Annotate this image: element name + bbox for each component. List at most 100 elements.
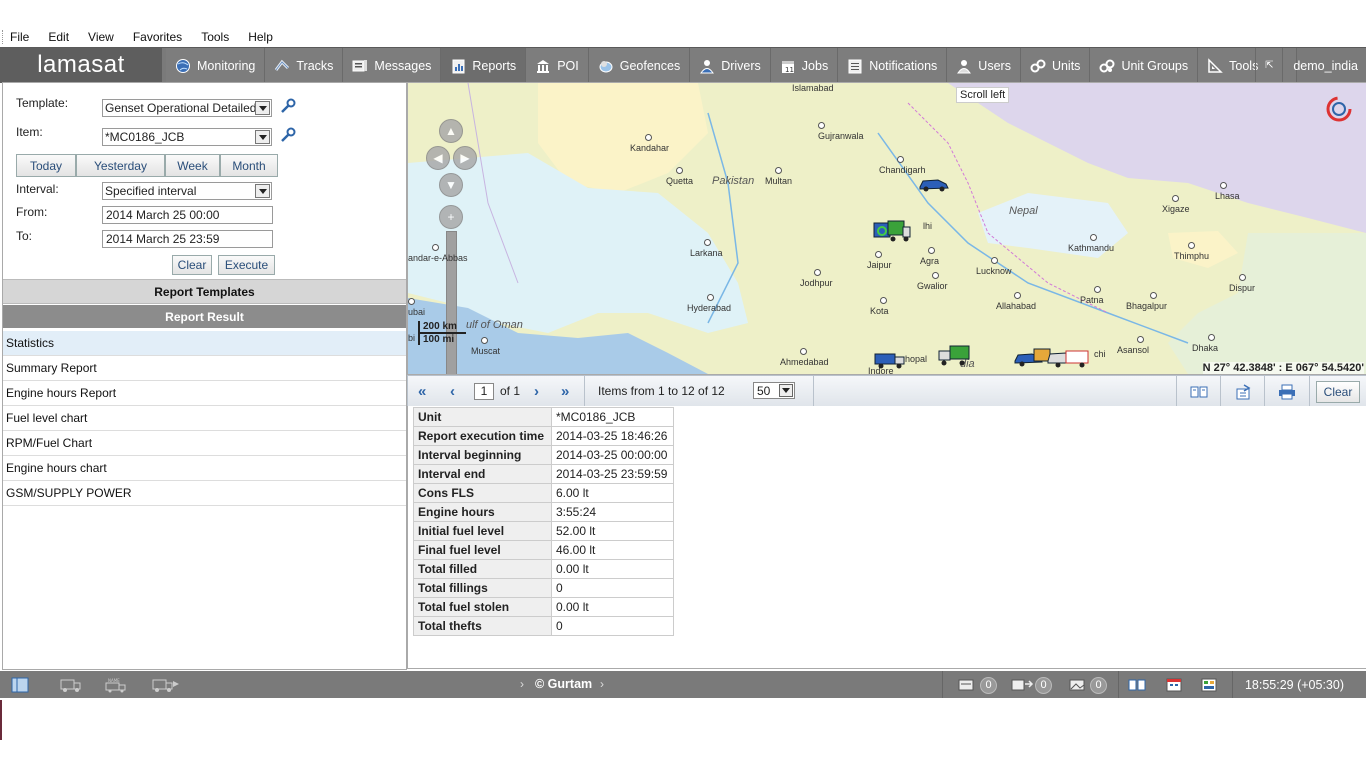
app-logo[interactable]: lamasat — [0, 48, 162, 83]
map-logo-icon[interactable] — [1323, 93, 1355, 125]
status-divider — [942, 671, 943, 698]
widgets-icon[interactable] — [1200, 677, 1218, 693]
month-button[interactable]: Month — [220, 154, 278, 177]
pan-left-icon[interactable]: ◀ — [426, 146, 450, 170]
yesterday-button[interactable]: Yesterday — [76, 154, 165, 177]
report-result-header[interactable]: Report Result — [3, 305, 406, 328]
tab-tracks[interactable]: Tracks — [265, 48, 344, 83]
pan-right-icon[interactable]: ▶ — [453, 146, 477, 170]
tab-units[interactable]: Units — [1020, 48, 1091, 83]
chevron-down-icon[interactable] — [779, 384, 793, 397]
template-select[interactable]: Genset Operational Detailed — [102, 99, 272, 117]
tab-geofences[interactable]: Geofences — [588, 48, 691, 83]
today-button[interactable]: Today — [16, 154, 76, 177]
list-item-gsm-supply-power[interactable]: GSM/SUPPLY POWER — [3, 481, 406, 506]
toolbar-divider — [1264, 376, 1265, 407]
toolbar-divider — [1176, 376, 1177, 407]
commands-status-icon[interactable] — [1010, 677, 1034, 693]
menu-view[interactable]: View — [78, 30, 123, 44]
messages-status-icon[interactable] — [957, 677, 975, 693]
tab-drivers[interactable]: Drivers — [690, 48, 771, 83]
city-label: Lhasa — [1215, 181, 1240, 201]
truck-status-icon[interactable] — [60, 677, 82, 693]
clear-form-button[interactable]: Clear — [172, 255, 212, 275]
per-page-select[interactable]: 50 — [753, 382, 795, 399]
book-icon[interactable] — [1128, 677, 1146, 693]
list-item-summary-report[interactable]: Summary Report — [3, 356, 406, 381]
print-icon[interactable] — [1278, 384, 1296, 400]
named-truck-icon[interactable]: NAME — [104, 677, 132, 693]
truck-icon[interactable] — [936, 345, 970, 367]
chevron-right-icon[interactable]: › — [600, 677, 604, 691]
list-item-rpm-fuel-chart[interactable]: RPM/Fuel Chart — [3, 431, 406, 456]
report-templates-header[interactable]: Report Templates — [3, 279, 406, 304]
clear-results-button[interactable]: Clear — [1316, 381, 1360, 403]
pan-up-icon[interactable]: ▲ — [439, 119, 463, 143]
menu-file[interactable]: File — [0, 30, 38, 44]
user-menu[interactable]: demo_india — [1282, 48, 1366, 83]
report-panel: Template: Genset Operational Detailed It… — [2, 82, 407, 670]
layout-toggle-icon[interactable] — [10, 677, 32, 693]
menu-tools[interactable]: Tools — [191, 30, 238, 44]
export-icon[interactable] — [1235, 384, 1253, 400]
tab-unit-groups[interactable]: Unit Groups — [1090, 48, 1199, 83]
list-item-engine-hours-chart[interactable]: Engine hours chart — [3, 456, 406, 481]
tab-label: Notifications — [869, 58, 938, 73]
chevron-down-icon[interactable] — [255, 130, 270, 144]
city-label: bi — [408, 333, 416, 343]
list-item-statistics[interactable]: Statistics — [3, 331, 406, 356]
svg-text:NAME: NAME — [108, 678, 120, 683]
stat-value: 0.00 lt — [551, 559, 674, 579]
chevron-down-icon[interactable] — [255, 101, 270, 115]
list-item-fuel-level-chart[interactable]: Fuel level chart — [3, 406, 406, 431]
scale-mi: 100 mi — [418, 334, 459, 345]
prev-page-icon[interactable]: ‹ — [450, 383, 455, 400]
tab-label: Unit Groups — [1121, 58, 1189, 73]
next-page-icon[interactable]: › — [534, 383, 539, 400]
tab-messages[interactable]: Messages — [343, 48, 442, 83]
zoom-in-icon[interactable]: + — [439, 205, 463, 229]
map-view[interactable]: Scroll left ▲ ◀ ▶ ▼ + 200 km 100 mi Isla… — [407, 82, 1366, 375]
images-status-icon[interactable] — [1068, 677, 1086, 693]
to-date-input[interactable]: 2014 March 25 23:59 — [102, 230, 273, 248]
truck-icon[interactable] — [874, 351, 906, 369]
truck-arrow-icon[interactable] — [152, 677, 180, 693]
tab-poi[interactable]: POI — [526, 48, 589, 83]
view-report-icon[interactable] — [1190, 384, 1208, 400]
interval-select[interactable]: Specified interval — [102, 182, 272, 200]
vehicle-cluster-icon[interactable] — [1014, 345, 1096, 369]
week-button[interactable]: Week — [165, 154, 220, 177]
wrench-icon[interactable] — [279, 126, 297, 144]
page-number-input[interactable]: 1 — [474, 383, 494, 400]
tracks-icon — [274, 58, 290, 74]
chevron-down-icon[interactable] — [255, 184, 270, 198]
tab-notifications[interactable]: Notifications — [838, 48, 948, 83]
stat-value: 3:55:24 — [551, 502, 674, 522]
last-page-icon[interactable]: » — [561, 383, 569, 400]
window-toggle-icon[interactable]: ⇱ — [1255, 48, 1282, 83]
copyright[interactable]: © Gurtam — [535, 677, 592, 691]
car-icon[interactable] — [918, 175, 950, 193]
calendar-icon[interactable] — [1165, 677, 1183, 693]
city-label: Kathmandu — [1068, 233, 1114, 253]
tab-monitoring[interactable]: Monitoring — [166, 48, 266, 83]
table-row: Cons FLS 6.00 lt — [413, 483, 674, 503]
tab-users[interactable]: Users — [947, 48, 1021, 83]
menu-edit[interactable]: Edit — [38, 30, 78, 44]
menu-help[interactable]: Help — [238, 30, 282, 44]
tab-reports[interactable]: Reports — [441, 48, 527, 83]
chevron-left-icon[interactable]: › — [520, 677, 524, 691]
per-page-value: 50 — [757, 384, 771, 398]
list-item-engine-hours-report[interactable]: Engine hours Report — [3, 381, 406, 406]
tab-jobs[interactable]: 11 Jobs — [770, 48, 839, 83]
from-date-input[interactable]: 2014 March 25 00:00 — [102, 206, 273, 224]
first-page-icon[interactable]: « — [418, 383, 426, 400]
menu-favorites[interactable]: Favorites — [123, 30, 191, 44]
wrench-icon[interactable] — [279, 97, 297, 115]
truck-group-icon[interactable] — [873, 219, 911, 243]
execute-button[interactable]: Execute — [218, 255, 275, 275]
item-select[interactable]: *MC0186_JCB — [102, 128, 272, 146]
stat-value: 46.00 lt — [551, 540, 674, 560]
pan-down-icon[interactable]: ▼ — [439, 173, 463, 197]
city-label: Bhagalpur — [1126, 291, 1167, 311]
